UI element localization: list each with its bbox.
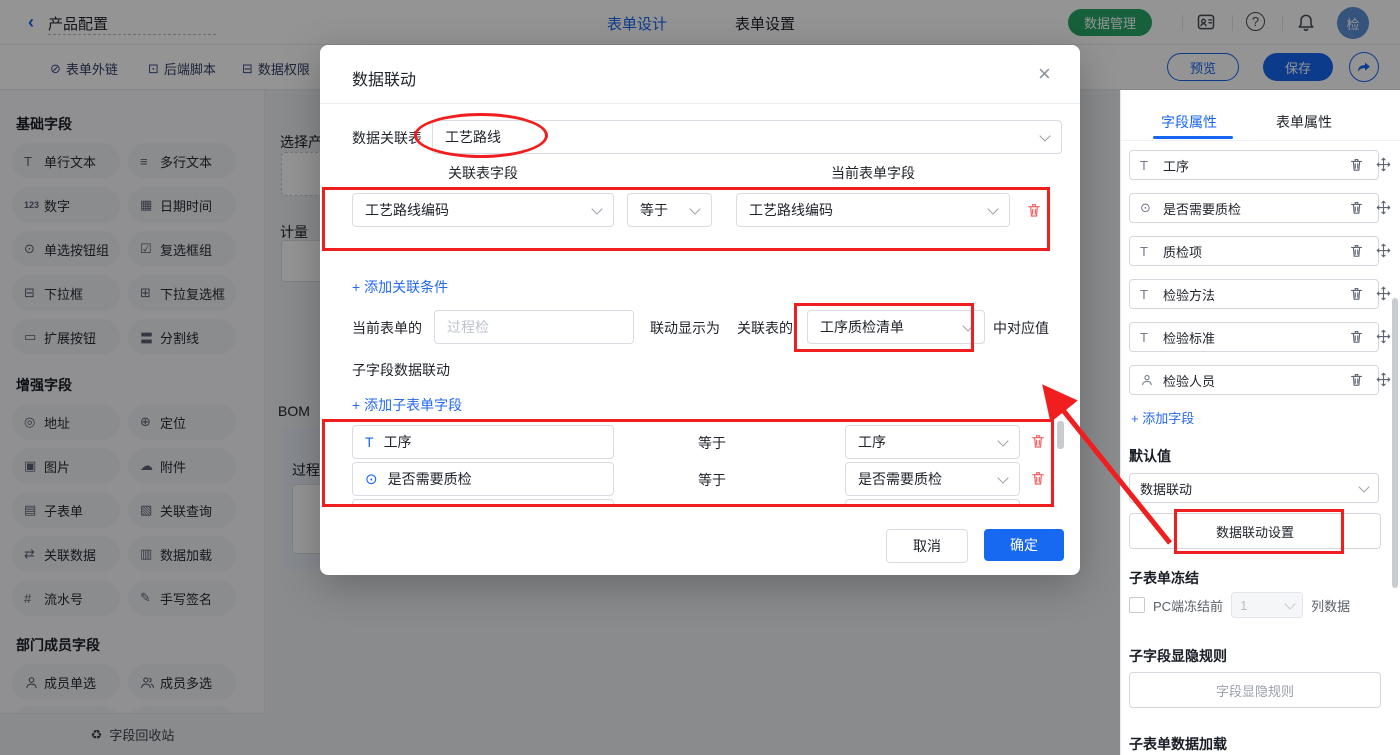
close-icon[interactable]: × — [1038, 63, 1051, 85]
current-form-label: 当前表单的 — [352, 320, 422, 336]
text-icon: T — [365, 434, 374, 450]
text-icon: T — [1140, 286, 1148, 302]
corresponding-value-label: 中对应值 — [993, 320, 1049, 336]
freeze-count-select[interactable]: 1 — [1231, 592, 1304, 618]
delete-condition-trash-icon[interactable] — [1026, 202, 1042, 218]
data-linkage-settings-button[interactable]: 数据联动设置 — [1129, 513, 1381, 549]
trash-icon[interactable] — [1349, 200, 1364, 215]
panel-field-inspect-method[interactable]: T 检验方法 — [1129, 279, 1379, 309]
tab-form-properties[interactable]: 表单属性 — [1276, 112, 1332, 132]
trash-icon[interactable] — [1349, 157, 1364, 172]
chevron-down-icon — [591, 202, 603, 215]
current-form-field-input[interactable] — [434, 310, 634, 344]
subrow-field-chip[interactable]: T 工序 — [352, 425, 614, 459]
subform-freeze-title: 子表单冻结 — [1129, 570, 1199, 586]
tab-field-properties[interactable]: 字段属性 — [1161, 112, 1217, 132]
relation-table-select[interactable]: 工艺路线 — [432, 120, 1062, 154]
modal-dim-overlay — [1120, 0, 1400, 90]
delete-subrow-trash-icon[interactable] — [1030, 470, 1046, 486]
condition-operator-select[interactable]: 等于 — [627, 193, 712, 227]
subrow-field-chip[interactable]: ⊙ 是否需要质检 — [352, 462, 614, 496]
move-icon[interactable] — [1376, 286, 1391, 301]
visibility-rules-title: 子字段显隐规则 — [1129, 648, 1227, 664]
freeze-suffix: 列数据 — [1311, 598, 1351, 614]
chevron-down-icon — [997, 434, 1009, 447]
add-field-link[interactable]: + 添加字段 — [1131, 408, 1194, 427]
subrow-field-chip-clipped — [352, 499, 614, 507]
panel-field-need-qc[interactable]: ⊙ 是否需要质检 — [1129, 193, 1379, 223]
move-icon[interactable] — [1376, 200, 1391, 215]
subfield-rows-viewport: T 工序 等于 工序 ⊙ 是否需要质检 等于 是否需要质检 — [320, 417, 1080, 507]
trash-icon[interactable] — [1349, 329, 1364, 344]
app-root: ‹ 产品配置 表单设计 表单设置 数据管理 ? 检 ⊘ 表单外链 ⊡ 后端脚本 … — [0, 0, 1400, 755]
trash-icon[interactable] — [1349, 372, 1364, 387]
chevron-down-icon — [689, 202, 701, 215]
freeze-checkbox[interactable] — [1129, 597, 1145, 613]
chevron-down-icon — [997, 471, 1009, 484]
subfield-linkage-title: 子字段数据联动 — [352, 362, 450, 378]
move-icon[interactable] — [1376, 243, 1391, 258]
properties-panel: 字段属性 表单属性 T 工序 ⊙ 是否需要质检 T 质检项 T 检验方法 T 检验标准 检… — [1120, 90, 1400, 755]
chevron-down-icon — [1039, 129, 1051, 142]
text-icon: T — [1140, 243, 1148, 259]
chevron-down-icon — [987, 202, 999, 215]
panel-field-inspect-standard[interactable]: T 检验标准 — [1129, 322, 1379, 352]
trash-icon[interactable] — [1349, 286, 1364, 301]
radio-icon: ⊙ — [1140, 200, 1151, 215]
modal-title: 数据联动 — [352, 72, 417, 89]
chevron-down-icon — [962, 319, 974, 332]
subrow-value-select[interactable]: 是否需要质检 — [845, 462, 1020, 496]
move-icon[interactable] — [1376, 157, 1391, 172]
panel-field-qc-item[interactable]: T 质检项 — [1129, 236, 1379, 266]
trash-icon[interactable] — [1349, 243, 1364, 258]
cancel-button[interactable]: 取消 — [886, 529, 968, 563]
subrow-operator-label: 等于 — [698, 435, 726, 451]
freeze-prefix: PC端冻结前 — [1153, 598, 1224, 614]
panel-scrollbar[interactable] — [1392, 298, 1398, 588]
text-icon: T — [1140, 157, 1148, 173]
default-value-select[interactable]: 数据联动 — [1129, 473, 1379, 503]
subform-data-load-title: 子表单数据加载 — [1129, 736, 1227, 752]
panel-field-gongxu[interactable]: T 工序 — [1129, 150, 1379, 180]
divider — [320, 103, 1080, 104]
default-value-title: 默认值 — [1129, 448, 1171, 464]
delete-subrow-trash-icon[interactable] — [1030, 433, 1046, 449]
freeze-row: PC端冻结前 1 列数据 — [1129, 592, 1350, 618]
chevron-down-icon — [1284, 597, 1296, 610]
data-linkage-modal: 数据联动 × 数据关联表 工艺路线 关联表字段 当前表单字段 工艺路线编码 等于… — [320, 45, 1080, 575]
field-visibility-rules-button[interactable]: 字段显隐规则 — [1129, 672, 1381, 708]
add-condition-link[interactable]: + 添加关联条件 — [352, 277, 448, 297]
condition-right-field-select[interactable]: 工艺路线编码 — [736, 193, 1010, 227]
confirm-button[interactable]: 确定 — [984, 529, 1064, 561]
active-tab-underline — [1153, 136, 1233, 139]
relation-table-label: 数据关联表 — [352, 130, 422, 146]
condition-left-field-select[interactable]: 工艺路线编码 — [352, 193, 614, 227]
column-header-right: 当前表单字段 — [831, 165, 915, 181]
move-icon[interactable] — [1376, 372, 1391, 387]
divider — [1121, 140, 1400, 141]
panel-field-inspector[interactable]: 检验人员 — [1129, 365, 1379, 395]
subrow-value-select-clipped — [845, 499, 1020, 507]
radio-icon: ⊙ — [365, 471, 378, 488]
add-subform-field-link[interactable]: + 添加子表单字段 — [352, 395, 462, 415]
related-field-select[interactable]: 工序质检清单 — [807, 310, 985, 344]
modal-scrollbar[interactable] — [1057, 421, 1064, 449]
move-icon[interactable] — [1376, 329, 1391, 344]
chevron-down-icon — [1358, 480, 1370, 493]
text-icon: T — [1140, 329, 1148, 345]
column-header-left: 关联表字段 — [448, 165, 518, 181]
person-icon — [1140, 373, 1155, 387]
display-as-label: 联动显示为 — [650, 320, 720, 336]
subrow-operator-label: 等于 — [698, 472, 726, 488]
subrow-value-select[interactable]: 工序 — [845, 425, 1020, 459]
related-table-label: 关联表的 — [737, 320, 793, 336]
